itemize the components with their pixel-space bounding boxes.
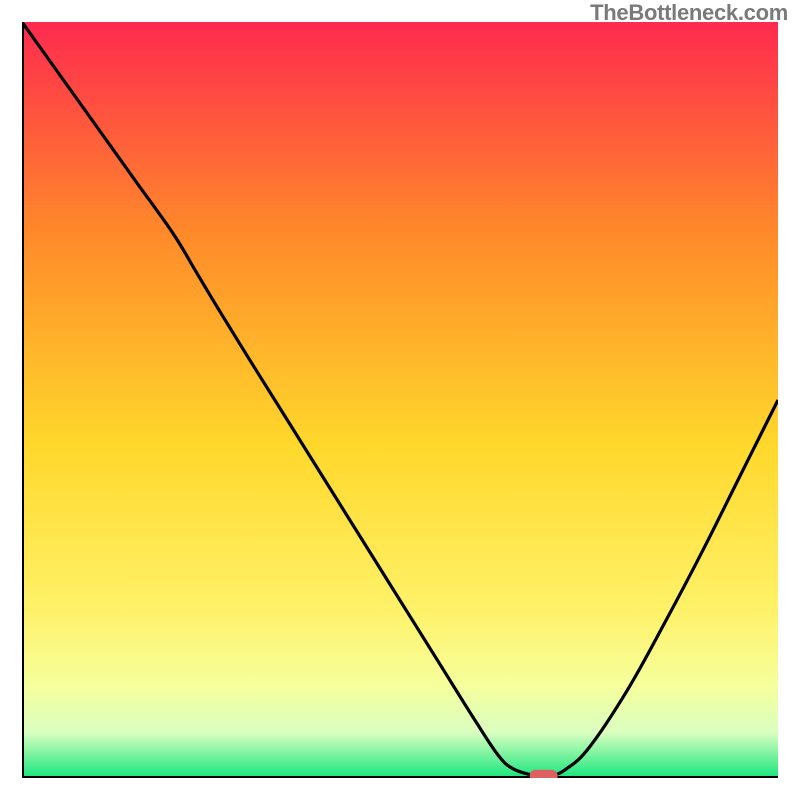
axes: [22, 22, 778, 778]
chart-plot: [22, 22, 778, 778]
chart-overlay: [22, 22, 778, 778]
bottleneck-curve: [22, 22, 778, 777]
optimal-marker: [530, 770, 558, 778]
